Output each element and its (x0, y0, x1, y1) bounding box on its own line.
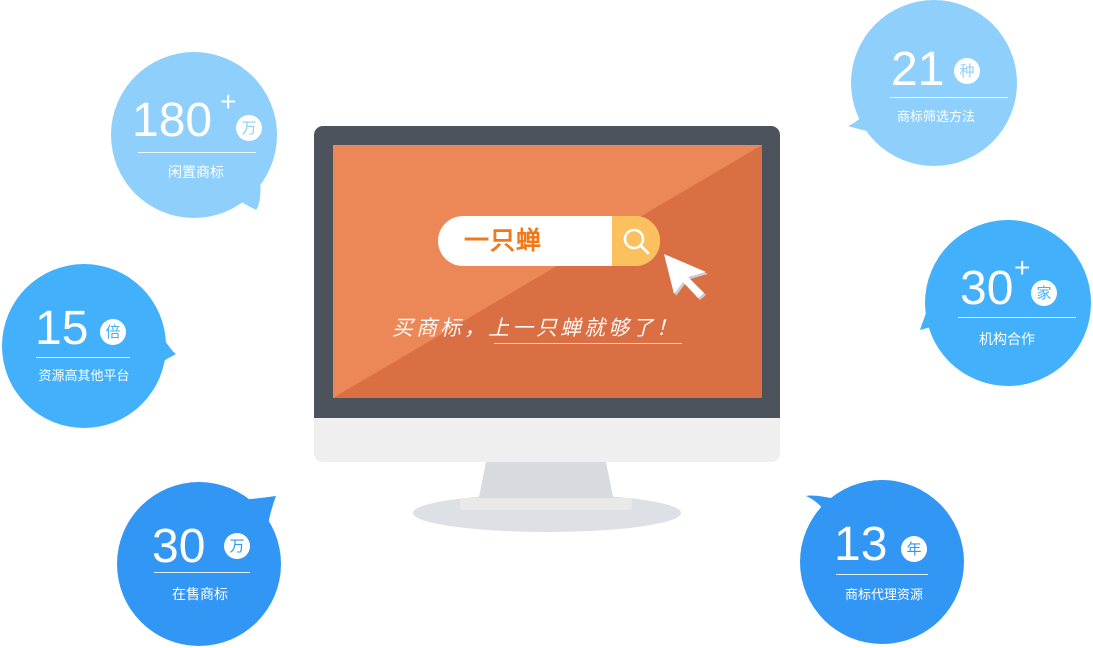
search-input-text[interactable]: 一只蝉 (464, 216, 542, 266)
stat-unit-badge: 年 (901, 536, 927, 562)
monitor-stand-neck (478, 462, 614, 502)
stat-bubble-resource-multiple: 15 倍 资源高其他平台 (0, 262, 180, 430)
stat-number: 15 (35, 302, 89, 355)
stat-number: 13 (834, 518, 888, 571)
stat-divider (154, 572, 250, 573)
search-button[interactable] (612, 216, 660, 266)
stat-unit-badge: 万 (224, 533, 250, 559)
stat-number: 180 (132, 94, 213, 147)
stat-label: 在售商标 (172, 587, 228, 603)
stat-bubble-agency-years: 13 年 商标代理资源 (790, 478, 970, 648)
stat-unit-badge: 种 (954, 58, 980, 84)
stat-label: 商标筛选方法 (896, 110, 975, 125)
stat-bubble-idle-trademarks: 180 + 万 闲置商标 (110, 52, 285, 222)
stat-label: 资源高其他平台 (38, 369, 130, 384)
stat-label: 闲置商标 (168, 165, 224, 181)
stat-unit-badge: 万 (236, 115, 262, 141)
stat-bubble-filter-methods: 21 种 商标筛选方法 (848, 0, 1023, 168)
stat-divider (138, 152, 256, 153)
slogan-underline (494, 343, 682, 344)
monitor-stand-base (460, 498, 632, 510)
search-box[interactable]: 一只蝉 (438, 216, 660, 266)
stat-plus: + (1014, 252, 1031, 283)
stat-label: 机构合作 (979, 332, 1035, 348)
stat-bubble-partner-institutions: 30 + 家 机构合作 (918, 218, 1093, 388)
stat-divider (836, 574, 928, 575)
stat-number: 21 (891, 43, 945, 96)
mouse-cursor-icon (664, 254, 708, 300)
monitor-chin (314, 418, 780, 462)
stat-divider (890, 97, 1008, 98)
stat-number: 30 (960, 262, 1014, 315)
slogan-text: 买商标，上一只蝉就够了！ (392, 316, 680, 340)
stat-unit-badge: 倍 (100, 319, 126, 345)
search-icon (623, 228, 650, 255)
stat-number: 30 (152, 520, 206, 573)
stat-divider (36, 357, 130, 358)
stat-unit-badge: 家 (1031, 280, 1057, 306)
stat-label: 商标代理资源 (844, 588, 923, 603)
speech-bubble-icon (2, 264, 176, 428)
stat-bubble-trademarks-for-sale: 30 万 在售商标 (112, 480, 287, 648)
stat-plus: + (220, 86, 237, 117)
stat-divider (958, 317, 1076, 318)
